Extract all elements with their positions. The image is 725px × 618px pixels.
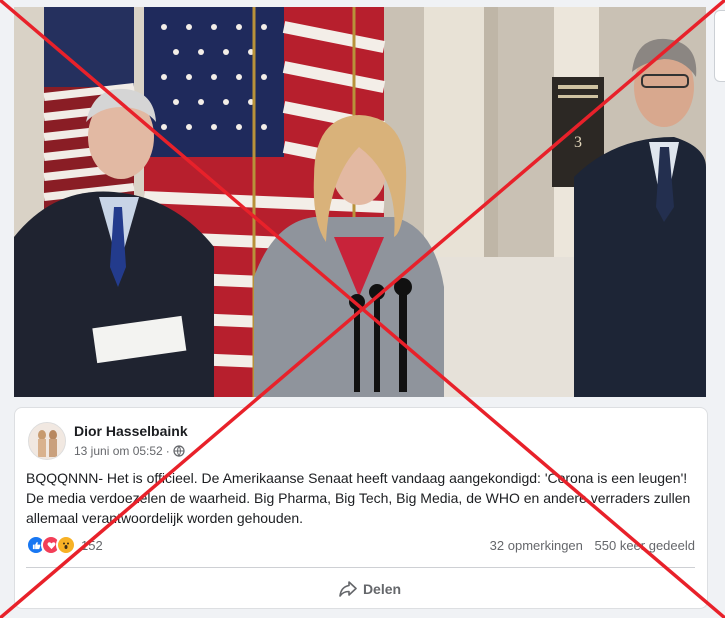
adjacent-panel-edge	[714, 10, 725, 82]
heart-icon	[47, 541, 55, 549]
author-avatar[interactable]	[28, 422, 66, 460]
share-arrow-icon	[339, 581, 357, 597]
video-frame: 3	[14, 7, 706, 397]
globe-icon	[173, 445, 185, 457]
svg-text:3: 3	[574, 134, 582, 151]
divider	[26, 567, 695, 568]
post-text: BQQQNNN- Het is officieel. De Amerikaans…	[26, 470, 691, 526]
comments-count[interactable]: 32 opmerkingen	[490, 538, 583, 553]
thumbs-up-icon	[32, 541, 40, 549]
share-label: Delen	[362, 581, 402, 597]
shares-count[interactable]: 550 keer gedeeld	[595, 538, 695, 553]
share-button[interactable]: Delen	[315, 574, 425, 604]
post-video[interactable]: 3	[14, 7, 706, 397]
post-meta: 13 juni om 05:52 ·	[74, 444, 185, 458]
wow-face-icon	[63, 542, 69, 549]
post-timestamp[interactable]: 13 juni om 05:52	[74, 444, 163, 458]
post-stats: 32 opmerkingen 550 keer gedeeld	[482, 538, 695, 553]
reactions-summary[interactable]: 152	[26, 535, 103, 555]
post-card: Dior Hasselbaink 13 juni om 05:52 · BQQQ…	[14, 407, 708, 609]
wow-reaction-icon	[56, 535, 76, 555]
reaction-count: 152	[81, 537, 103, 553]
author-name[interactable]: Dior Hasselbaink	[74, 423, 188, 439]
avatar-image	[29, 423, 65, 459]
